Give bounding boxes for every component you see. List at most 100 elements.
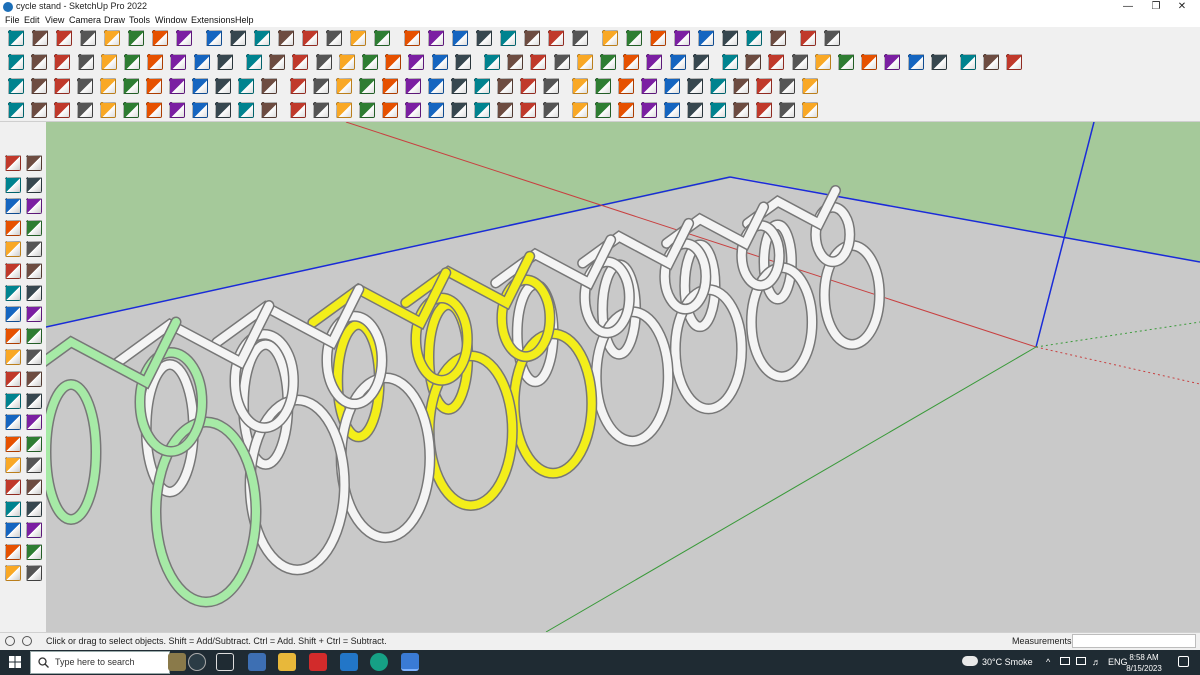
zoom-tool-icon[interactable]	[338, 54, 355, 70]
orbit-icon[interactable]	[26, 155, 42, 171]
move-tool-icon[interactable]	[618, 102, 634, 118]
push-pull-tool-icon[interactable]	[626, 30, 642, 46]
footprints-icon[interactable]	[5, 543, 21, 560]
menu-camera[interactable]: Camera	[69, 15, 101, 25]
solid-tools-tool-icon[interactable]	[405, 102, 421, 118]
move-tool-icon[interactable]	[147, 54, 164, 70]
tape-tool-icon[interactable]	[254, 30, 270, 46]
rotate-tool-icon[interactable]	[674, 30, 690, 46]
sandbox-tool-icon[interactable]	[907, 54, 924, 70]
eraser-tool-icon[interactable]	[524, 30, 540, 46]
edge-browser-icon[interactable]	[370, 653, 388, 671]
offset-tool-icon[interactable]	[215, 102, 231, 118]
rotated-rect-icon[interactable]	[26, 241, 42, 258]
rotate-tool-icon[interactable]	[641, 102, 657, 118]
taskbar-app-blue-icon[interactable]	[340, 653, 358, 671]
show-hidden-icons-icon[interactable]: ^	[1046, 657, 1050, 667]
orbit-tool-icon[interactable]	[292, 54, 309, 70]
arc-tool-icon[interactable]	[77, 102, 93, 118]
zoom-tool-icon[interactable]	[814, 54, 831, 70]
select-tool-icon[interactable]	[8, 54, 24, 70]
extension-tool-icon[interactable]	[451, 102, 467, 118]
tape-tool-icon[interactable]	[246, 54, 262, 70]
move-tool-icon[interactable]	[146, 78, 162, 94]
select-tool-icon[interactable]	[8, 102, 24, 118]
scale-tool-icon[interactable]	[206, 30, 222, 46]
file-explorer-icon[interactable]	[278, 653, 296, 671]
select-tool-icon[interactable]	[484, 54, 500, 70]
arc-tool-icon[interactable]	[543, 102, 559, 118]
orbit-tool-icon[interactable]	[302, 30, 318, 46]
text-tool-icon[interactable]	[278, 30, 294, 46]
arc-tool-icon[interactable]	[553, 54, 570, 70]
eraser-tool-icon[interactable]	[507, 54, 524, 70]
model-viewport[interactable]	[46, 122, 1200, 632]
text-tool-icon[interactable]	[733, 102, 749, 118]
shape-tool-icon[interactable]	[100, 54, 117, 70]
push-pull-tool-icon[interactable]	[123, 78, 139, 94]
task-view-icon[interactable]	[216, 653, 234, 671]
eraser-tool-icon[interactable]	[31, 102, 47, 118]
tag-icon[interactable]	[26, 198, 42, 215]
zoom-window-icon[interactable]	[26, 479, 42, 495]
menu-help[interactable]: Help	[235, 15, 254, 25]
menu-edit[interactable]: Edit	[24, 15, 40, 25]
select-tool-icon[interactable]	[474, 102, 490, 118]
component-tool-icon[interactable]	[385, 54, 402, 70]
text-tool-icon[interactable]	[733, 78, 749, 94]
arc-tool-icon[interactable]	[77, 78, 93, 94]
rotate-tool-icon[interactable]	[646, 54, 663, 70]
extension-tool-icon[interactable]	[930, 54, 947, 70]
move-tool-icon[interactable]	[623, 54, 640, 70]
eraser-tool-icon[interactable]	[497, 78, 513, 94]
scale-tool-icon[interactable]	[664, 78, 680, 94]
line-tool-icon[interactable]	[530, 54, 547, 70]
3d-text-icon[interactable]	[26, 435, 42, 452]
weather-text[interactable]: 30°C Smoke	[982, 657, 1033, 667]
push-pull-tool-icon[interactable]	[128, 30, 144, 46]
zoom-tool-icon[interactable]	[336, 102, 352, 118]
volume-icon[interactable]: ♬	[1092, 657, 1101, 667]
text-tool-icon[interactable]	[269, 54, 286, 70]
close-button[interactable]: ✕	[1164, 0, 1200, 14]
pan-tool-icon[interactable]	[326, 30, 342, 46]
move-tool-icon[interactable]	[152, 30, 168, 46]
taskbar-calculator-icon[interactable]	[248, 653, 266, 671]
pan-tool-icon[interactable]	[313, 78, 329, 94]
solid-tools-tool-icon[interactable]	[428, 30, 444, 46]
eraser-tool-icon[interactable]	[31, 78, 47, 94]
push-pull-tool-icon[interactable]	[600, 54, 616, 70]
paint-bucket-icon[interactable]	[5, 176, 21, 193]
move-tool-icon[interactable]	[650, 30, 666, 46]
text-tool-icon[interactable]	[261, 102, 277, 118]
arc-icon[interactable]	[5, 284, 21, 301]
section-tool-icon[interactable]	[374, 30, 390, 46]
pan-tool-icon[interactable]	[779, 78, 795, 94]
orbit-tool-icon[interactable]	[290, 102, 306, 118]
pan-tool-icon[interactable]	[791, 54, 808, 70]
tape-icon[interactable]	[5, 392, 21, 409]
pan-icon[interactable]	[26, 457, 42, 474]
line-tool-icon[interactable]	[1006, 54, 1023, 70]
push-pull-icon[interactable]	[26, 327, 42, 344]
zoom-icon[interactable]	[5, 479, 21, 495]
line-tool-icon[interactable]	[54, 78, 70, 94]
menu-view[interactable]: View	[45, 15, 64, 25]
sandbox-tool-icon[interactable]	[428, 102, 444, 118]
scale-tool-icon[interactable]	[664, 102, 680, 118]
follow-me-icon[interactable]	[26, 349, 42, 366]
taskbar-headset-icon[interactable]	[188, 653, 206, 671]
zoom-tool-icon[interactable]	[336, 78, 352, 94]
orbit-tool-icon[interactable]	[756, 78, 772, 94]
arc-tool-icon[interactable]	[77, 54, 94, 70]
rotate-tool-icon[interactable]	[169, 78, 185, 94]
offset-tool-icon[interactable]	[692, 54, 709, 70]
zoom-extents-icon[interactable]	[5, 500, 21, 517]
extension-tool-icon[interactable]	[476, 30, 492, 46]
sketchup-taskbar-icon[interactable]	[401, 653, 419, 671]
section-tool-icon[interactable]	[359, 102, 375, 118]
solid-tools-tool-icon[interactable]	[405, 78, 421, 94]
orbit-tool-icon[interactable]	[768, 54, 785, 70]
component-icon[interactable]	[5, 198, 21, 215]
shape-tool-icon[interactable]	[576, 54, 593, 70]
